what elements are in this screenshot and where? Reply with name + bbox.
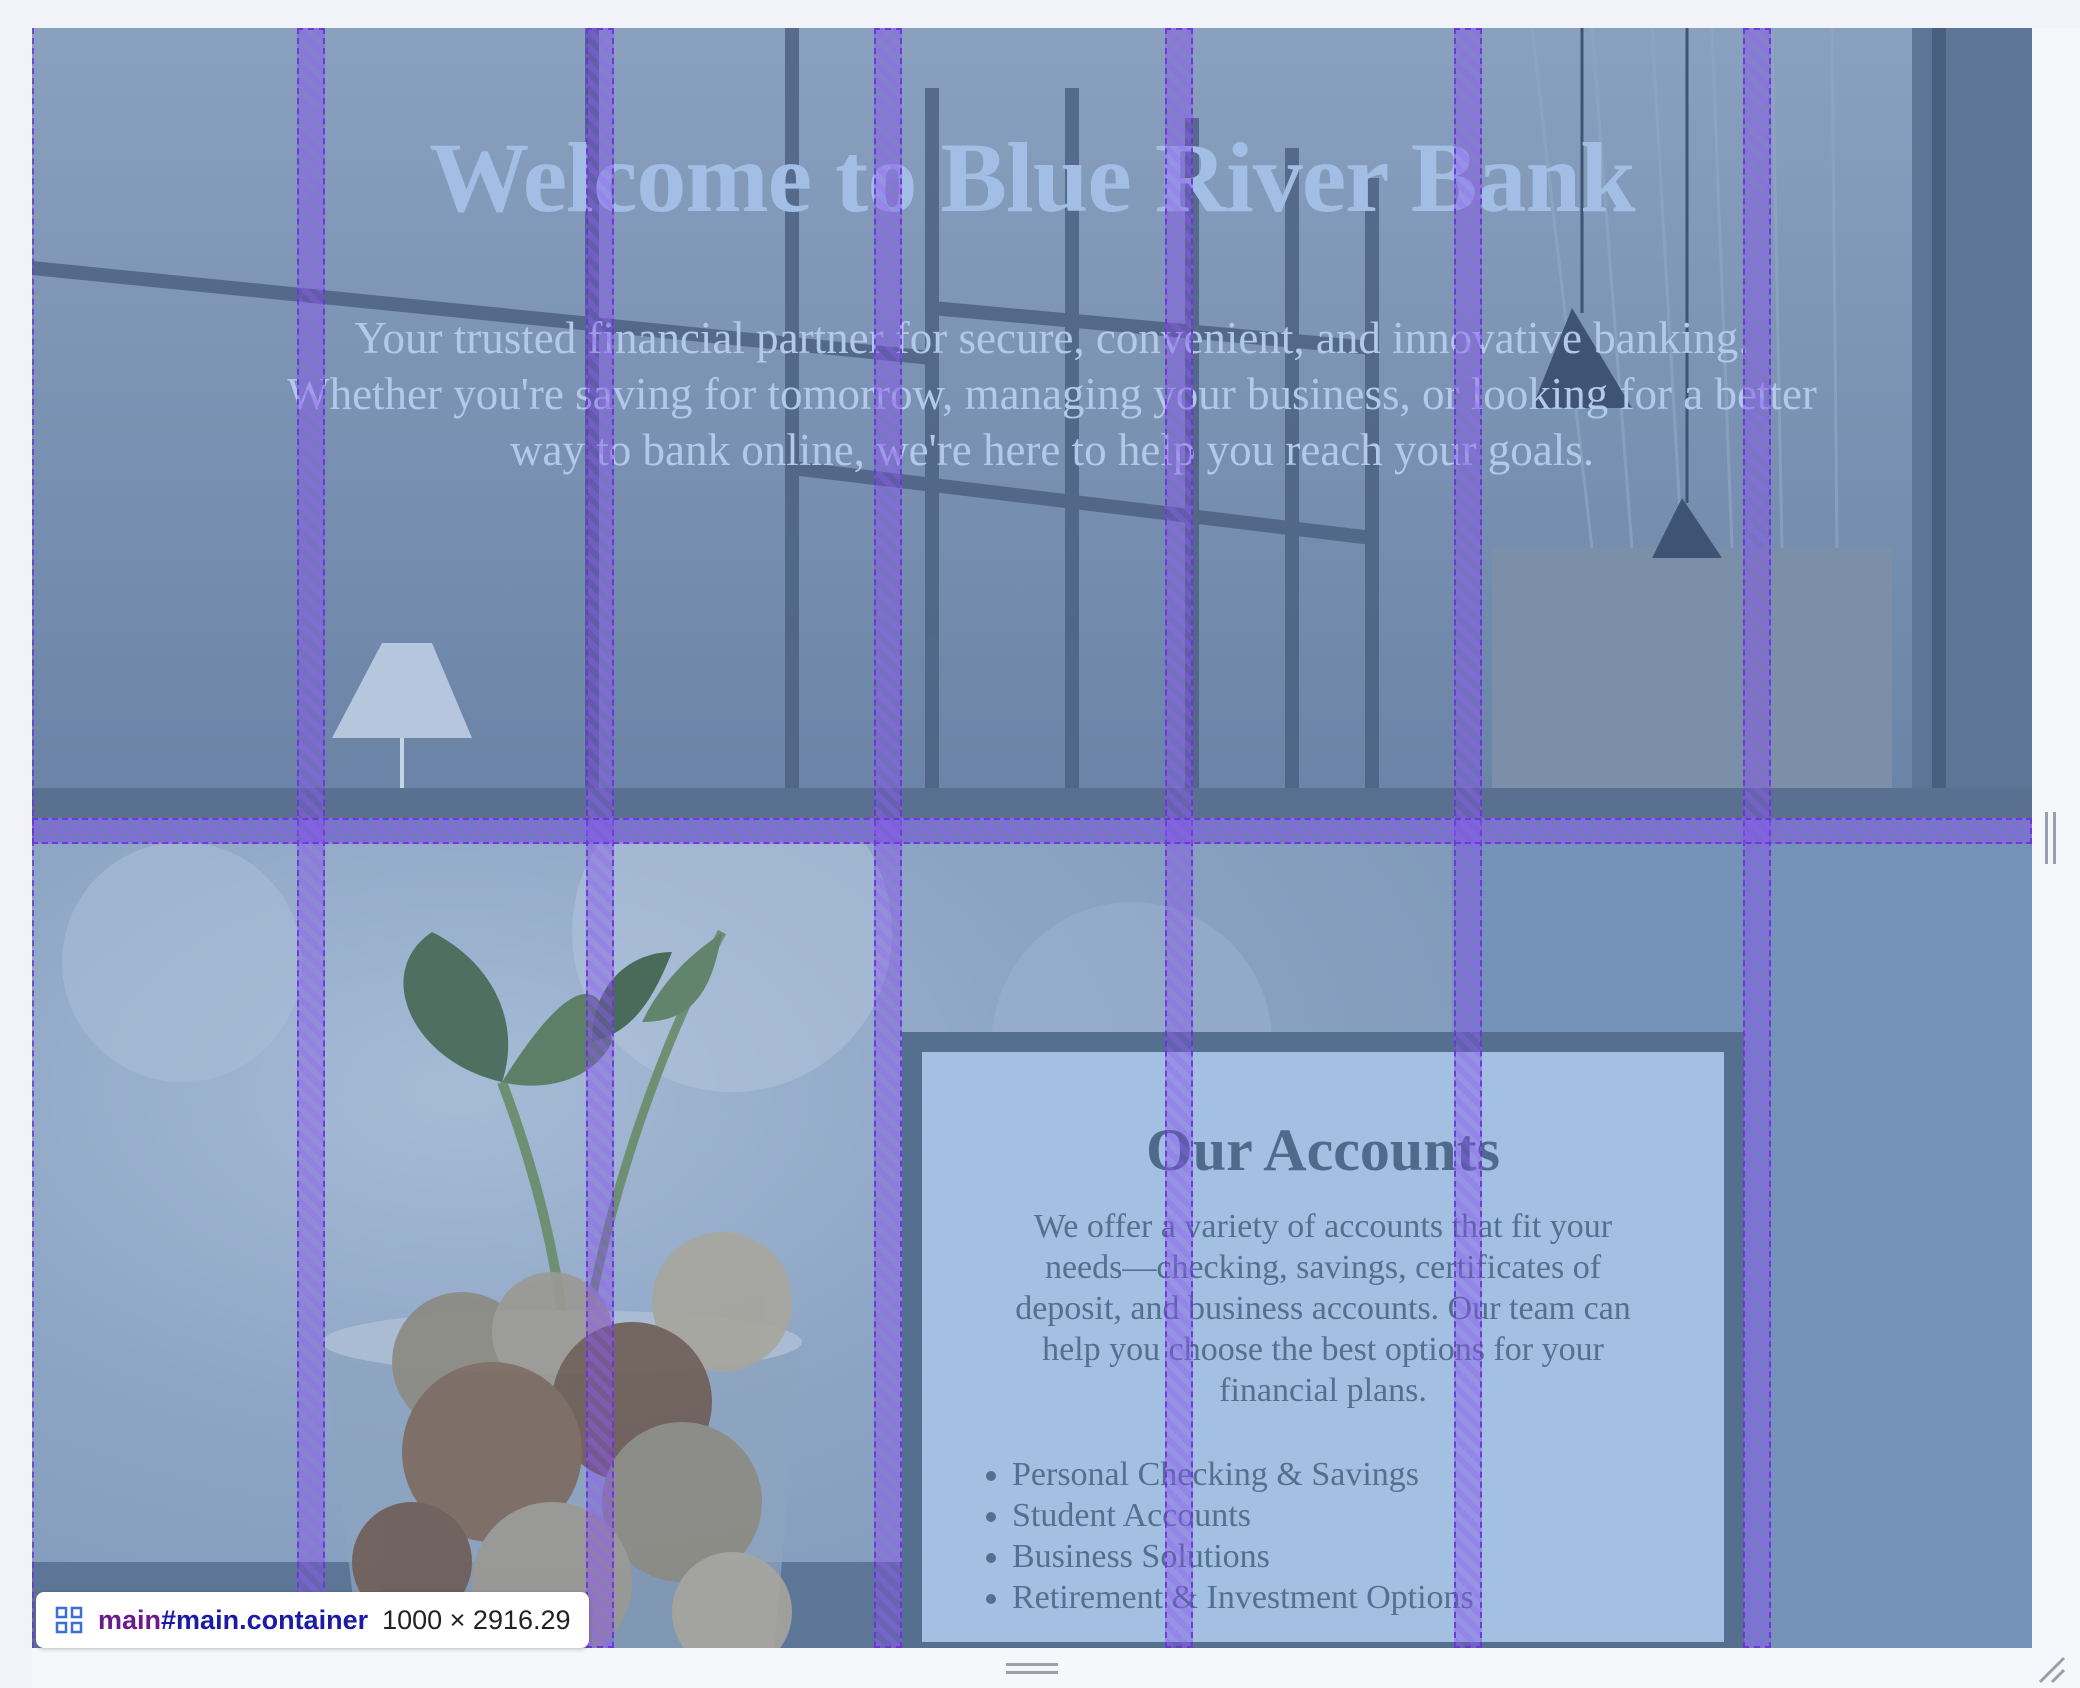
accounts-description: We offer a variety of accounts that fit … <box>1015 1208 1631 1409</box>
accounts-title: Our Accounts <box>1146 1117 1500 1183</box>
device-viewport: Welcome to Blue River Bank Your trusted … <box>32 28 2032 1648</box>
hero-description: Your trusted financial partner for secur… <box>287 313 1817 475</box>
grid-row-gap <box>32 818 2032 844</box>
element-tag: main <box>98 1604 162 1635</box>
account-item-business: Business Solutions <box>1012 1536 1474 1577</box>
grid-layout-icon <box>55 1606 83 1634</box>
accounts-list: Personal Checking & Savings Student Acco… <box>980 1454 1474 1618</box>
resize-handle-bottom[interactable] <box>1006 1662 1058 1676</box>
account-item-student: Student Accounts <box>1012 1495 1474 1536</box>
account-item-personal: Personal Checking & Savings <box>1012 1454 1474 1495</box>
element-size-tooltip: main#main.container 1000 × 2916.29 <box>36 1592 589 1648</box>
hero-section: Welcome to Blue River Bank Your trusted … <box>32 28 2032 818</box>
account-item-retirement: Retirement & Investment Options <box>1012 1577 1474 1618</box>
accounts-section: Our Accounts We offer a variety of accou… <box>32 842 2032 1648</box>
resize-handle-right[interactable] <box>2044 812 2058 864</box>
element-id-class: #main.container <box>161 1604 369 1635</box>
element-dimensions: 1000 × 2916.29 <box>382 1604 571 1635</box>
resize-handle-corner[interactable] <box>2036 1654 2066 1684</box>
element-selector: main#main.container <box>98 1605 368 1636</box>
hero-title: Welcome to Blue River Bank <box>429 122 1635 233</box>
